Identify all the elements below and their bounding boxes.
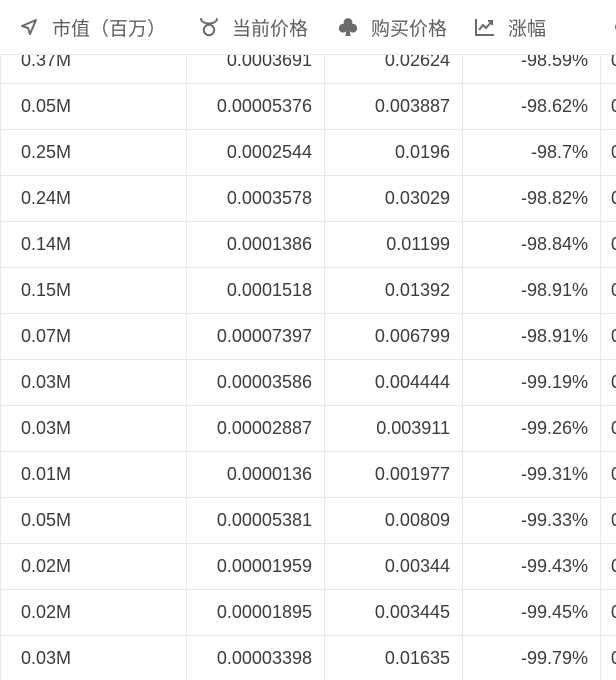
buy-price-cell: 0.006799: [326, 314, 463, 359]
market-cap-cell: 0.14M: [0, 222, 187, 267]
current-price-cell: 0.0002544: [188, 130, 325, 175]
current-price-cell: 0.00003398: [188, 636, 325, 680]
current-price-cell: 0.0001386: [188, 222, 325, 267]
change-cell: -99.43%: [464, 544, 601, 589]
change-cell: -99.79%: [464, 636, 601, 680]
column-header-market-cap[interactable]: 市值（百万）: [18, 0, 166, 54]
buy-price-cell: 0.01635: [326, 636, 463, 680]
current-price-cell: 0.00005376: [188, 84, 325, 129]
current-price-cell: 0.00001895: [188, 590, 325, 635]
table-row[interactable]: 0.14M0.00013860.01199-98.84%0: [0, 222, 616, 268]
next-column-cell: 0: [611, 498, 616, 543]
club-icon: [337, 16, 359, 38]
column-header-buy-price[interactable]: 购买价格: [337, 0, 447, 54]
change-cell: -99.31%: [464, 452, 601, 497]
buy-price-cell: 0.03029: [326, 176, 463, 221]
buy-price-cell: 0.00809: [326, 498, 463, 543]
buy-price-cell: 0.004444: [326, 360, 463, 405]
buy-price-cell: 0.01392: [326, 268, 463, 313]
table-row[interactable]: 0.07M0.000073970.006799-98.91%0: [0, 314, 616, 360]
change-cell: -99.33%: [464, 498, 601, 543]
market-cap-cell: 0.05M: [0, 84, 187, 129]
change-cell: -98.84%: [464, 222, 601, 267]
token-table: 市值（百万） 当前价格 购买价格 涨幅 0.37M 0.0003691 0.02…: [0, 0, 616, 680]
next-column-cell: 0: [611, 544, 616, 589]
table-header: 市值（百万） 当前价格 购买价格 涨幅: [0, 0, 616, 55]
market-cap-cell: 0.07M: [0, 314, 187, 359]
table-row[interactable]: 0.05M0.000053810.00809-99.33%0: [0, 498, 616, 544]
change-cell: -98.91%: [464, 314, 601, 359]
change-cell: -98.62%: [464, 84, 601, 129]
buy-price-cell: 0.003445: [326, 590, 463, 635]
table-row[interactable]: 0.15M0.00015180.01392-98.91%0: [0, 268, 616, 314]
column-header-current-price[interactable]: 当前价格: [198, 0, 308, 54]
next-column-cell: 0: [611, 176, 616, 221]
current-price-cell: 0.0001518: [188, 268, 325, 313]
market-cap-cell: 0.03M: [0, 360, 187, 405]
column-header-label: 购买价格: [371, 18, 448, 40]
column-header-label: 涨幅: [508, 18, 547, 40]
send-icon: [18, 16, 40, 38]
column-header-next[interactable]: [607, 0, 616, 54]
next-column-cell: 0: [611, 84, 616, 129]
next-column-cell: 0: [611, 130, 616, 175]
buy-price-cell: 0.003887: [326, 84, 463, 129]
table-row[interactable]: 0.03M0.000033980.01635-99.79%0: [0, 636, 616, 680]
market-cap-cell: 0.05M: [0, 498, 187, 543]
next-column-cell: 0: [611, 360, 616, 405]
next-column-cell: 0: [611, 314, 616, 359]
next-column-cell: 0: [611, 590, 616, 635]
table-row[interactable]: 0.03M0.000035860.004444-99.19%0: [0, 360, 616, 406]
taurus-icon: [198, 16, 220, 38]
buy-price-cell: 0.00344: [326, 544, 463, 589]
next-column-cell: 0: [611, 222, 616, 267]
market-cap-cell: 0.15M: [0, 268, 187, 313]
current-price-cell: 0.00007397: [188, 314, 325, 359]
next-column-cell: 0: [611, 636, 616, 680]
change-cell: -98.82%: [464, 176, 601, 221]
next-column-cell: 0: [611, 452, 616, 497]
change-cell: -98.7%: [464, 130, 601, 175]
buy-price-cell: 0.003911: [326, 406, 463, 451]
table-row[interactable]: 0.25M0.00025440.0196-98.7%0: [0, 130, 616, 176]
market-cap-cell: 0.01M: [0, 452, 187, 497]
column-icon: [607, 16, 616, 38]
market-cap-cell: 0.02M: [0, 590, 187, 635]
column-header-change[interactable]: 涨幅: [474, 0, 546, 54]
table-body: 0.37M0.00036910.02624-98.59%00.05M0.0000…: [0, 38, 616, 680]
market-cap-cell: 0.24M: [0, 176, 187, 221]
market-cap-cell: 0.02M: [0, 544, 187, 589]
current-price-cell: 0.0003578: [188, 176, 325, 221]
table-row[interactable]: 0.05M0.000053760.003887-98.62%0: [0, 84, 616, 130]
market-cap-cell: 0.25M: [0, 130, 187, 175]
column-header-label: 当前价格: [232, 18, 309, 40]
current-price-cell: 0.00003586: [188, 360, 325, 405]
buy-price-cell: 0.001977: [326, 452, 463, 497]
change-cell: -98.91%: [464, 268, 601, 313]
change-cell: -99.19%: [464, 360, 601, 405]
table-row[interactable]: 0.01M0.00001360.001977-99.31%0: [0, 452, 616, 498]
change-cell: -99.45%: [464, 590, 601, 635]
current-price-cell: 0.00001959: [188, 544, 325, 589]
table-row[interactable]: 0.03M0.000028870.003911-99.26%0: [0, 406, 616, 452]
trend-chart-icon: [474, 16, 496, 38]
table-row[interactable]: 0.02M0.000019590.00344-99.43%0: [0, 544, 616, 590]
buy-price-cell: 0.0196: [326, 130, 463, 175]
table-row[interactable]: 0.02M0.000018950.003445-99.45%0: [0, 590, 616, 636]
table-row[interactable]: 0.24M0.00035780.03029-98.82%0: [0, 176, 616, 222]
column-header-label: 市值（百万）: [52, 18, 167, 40]
market-cap-cell: 0.03M: [0, 406, 187, 451]
next-column-cell: 0: [611, 406, 616, 451]
market-cap-cell: 0.03M: [0, 636, 187, 680]
change-cell: -99.26%: [464, 406, 601, 451]
current-price-cell: 0.00002887: [188, 406, 325, 451]
current-price-cell: 0.0000136: [188, 452, 325, 497]
buy-price-cell: 0.01199: [326, 222, 463, 267]
next-column-cell: 0: [611, 268, 616, 313]
current-price-cell: 0.00005381: [188, 498, 325, 543]
